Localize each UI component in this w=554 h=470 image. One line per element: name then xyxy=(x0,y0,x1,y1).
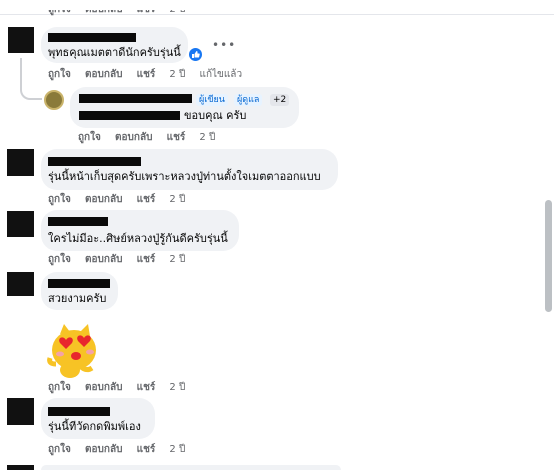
like-button[interactable]: ถูกใจ xyxy=(48,382,71,393)
comment-actions: ถูกใจ ตอบกลับ แชร์ 2 ปี xyxy=(78,132,215,144)
more-options-icon[interactable]: ••• xyxy=(212,38,236,52)
comment-actions: ถูกใจ ตอบกลับ แชร์ 2 ปี แก้ไขแล้ว xyxy=(48,69,242,81)
reply-button[interactable]: ตอบกลับ xyxy=(85,382,122,393)
like-button[interactable]: ถูกใจ xyxy=(78,132,101,143)
timestamp[interactable]: 2 ปี xyxy=(169,194,185,205)
avatar[interactable] xyxy=(8,27,34,53)
comment-actions: ถูกใจ ตอบกลับ แชร์ 2 ปี xyxy=(48,382,185,394)
timestamp[interactable]: 2 ปี xyxy=(169,382,185,393)
author-name-redacted[interactable] xyxy=(48,157,141,166)
reply-button[interactable]: ตอบกลับ xyxy=(85,194,122,205)
like-button[interactable]: ถูกใจ xyxy=(48,254,71,265)
share-button[interactable]: แชร์ xyxy=(137,194,156,205)
share-button[interactable]: แชร์ xyxy=(167,132,186,143)
author-name-redacted[interactable] xyxy=(48,279,110,288)
reply-button[interactable]: ตอบกลับ xyxy=(85,10,122,15)
comment-text: พุทธคุณเมตตาดีนักครับรุ่นนี้ xyxy=(48,46,181,59)
reply-button[interactable]: ตอบกลับ xyxy=(85,254,122,265)
like-reaction-icon[interactable] xyxy=(188,47,203,62)
comment-bubble xyxy=(41,465,341,470)
like-button[interactable]: ถูกใจ xyxy=(48,10,71,15)
badge-more[interactable]: +2 xyxy=(270,94,290,106)
share-button[interactable]: แชร์ xyxy=(137,10,156,15)
comment-actions-top: ถูกใจ ตอบกลับ แชร์ 2 ปี xyxy=(48,10,185,16)
comment-text: รุ่นนี้หน้าเก็บสุดครับเพราะหลวงปู่ท่านตั… xyxy=(48,170,321,183)
share-button[interactable]: แชร์ xyxy=(137,444,156,455)
comment-text: สวยงามครับ xyxy=(48,292,107,305)
mention-redacted[interactable] xyxy=(79,111,180,120)
comment-actions: ถูกใจ ตอบกลับ แชร์ 2 ปี xyxy=(48,444,185,456)
share-button[interactable]: แชร์ xyxy=(137,254,156,265)
comment-actions: ถูกใจ ตอบกลับ แชร์ 2 ปี xyxy=(48,254,185,266)
badge-admin: ผู้ดูแล xyxy=(234,94,263,106)
reply-button[interactable]: ตอบกลับ xyxy=(85,69,122,80)
like-button[interactable]: ถูกใจ xyxy=(48,194,71,205)
author-name-redacted[interactable] xyxy=(48,407,110,416)
avatar[interactable] xyxy=(44,90,64,110)
avatar[interactable] xyxy=(7,211,34,237)
share-button[interactable]: แชร์ xyxy=(137,382,156,393)
like-button[interactable]: ถูกใจ xyxy=(48,444,71,455)
comment-actions: ถูกใจ ตอบกลับ แชร์ 2 ปี xyxy=(48,194,185,206)
reply-button[interactable]: ตอบกลับ xyxy=(115,132,152,143)
avatar[interactable] xyxy=(7,272,34,296)
comment-text: ขอบคุณ ครับ xyxy=(184,109,247,122)
badge-author: ผู้เขียน xyxy=(196,94,228,106)
timestamp[interactable]: 2 ปี xyxy=(199,132,215,143)
comment-text: ใครไม่มีอะ..ศิษย์หลวงปู่รู้กันดีครับรุ่น… xyxy=(48,232,228,245)
like-button[interactable]: ถูกใจ xyxy=(48,69,71,80)
avatar[interactable] xyxy=(7,149,34,176)
author-name-redacted[interactable] xyxy=(79,94,192,103)
timestamp[interactable]: 2 ปี xyxy=(169,69,185,80)
avatar[interactable] xyxy=(7,398,34,425)
timestamp[interactable]: 2 ปี xyxy=(169,254,185,265)
reply-thread-line xyxy=(20,58,42,100)
comment-text: รุ่นนี้ทีวัดกดพิมพ์เอง xyxy=(48,420,141,433)
reply-button[interactable]: ตอบกลับ xyxy=(85,444,122,455)
author-name-redacted[interactable] xyxy=(48,33,136,42)
edited-label: แก้ไขแล้ว xyxy=(199,69,243,80)
timestamp[interactable]: 2 ปี xyxy=(169,10,185,15)
scrollbar-thumb[interactable] xyxy=(545,200,552,312)
avatar[interactable] xyxy=(7,465,34,470)
share-button[interactable]: แชร์ xyxy=(137,69,156,80)
heart-eyes-sticker[interactable] xyxy=(46,318,108,380)
timestamp[interactable]: 2 ปี xyxy=(169,444,185,455)
author-name-redacted[interactable] xyxy=(48,217,108,226)
